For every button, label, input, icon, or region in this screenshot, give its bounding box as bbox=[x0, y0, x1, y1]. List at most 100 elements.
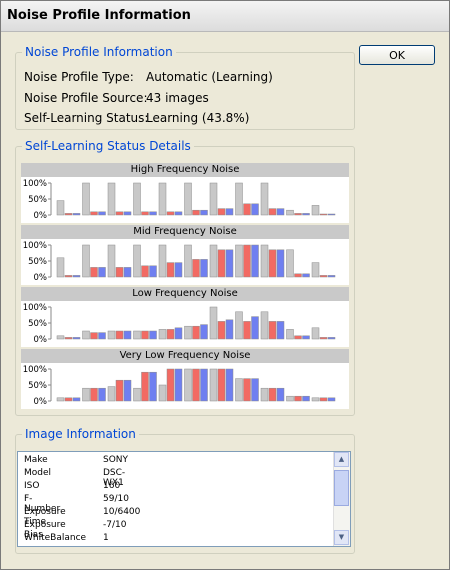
list-item-key: Make bbox=[24, 455, 48, 465]
bar-blue bbox=[98, 387, 106, 402]
bar-blue bbox=[123, 330, 132, 340]
bar-blue bbox=[302, 335, 310, 340]
bar-red bbox=[243, 244, 251, 278]
bar-blue bbox=[98, 267, 106, 278]
bar-blue bbox=[327, 275, 336, 278]
bar-red bbox=[166, 262, 175, 278]
y-tick-label: 100% bbox=[23, 241, 47, 251]
bar-blue bbox=[72, 213, 81, 216]
bar-blue bbox=[225, 208, 234, 216]
bar-red bbox=[217, 249, 226, 278]
profile-source-value: 43 images bbox=[146, 91, 209, 105]
image-info-listbox[interactable]: Make SONY Model DSC-WX1 ISO 160 F-Number… bbox=[17, 451, 351, 547]
noise-profile-dialog: Noise Profile Information OK Noise Profi… bbox=[0, 0, 450, 570]
bar-gray bbox=[107, 182, 116, 216]
chart-low-frequency: 100% 50% 0% bbox=[21, 301, 349, 347]
y-tick-label: 50% bbox=[28, 319, 47, 329]
bar-red bbox=[294, 273, 302, 278]
bar-gray bbox=[82, 244, 90, 278]
learning-status-row: Self-Learning Status: Learning (43.8%) bbox=[24, 111, 249, 125]
bar-red bbox=[268, 387, 277, 402]
bar-red bbox=[64, 397, 73, 402]
image-info-group-title: Image Information bbox=[22, 427, 139, 441]
bar-gray bbox=[286, 329, 294, 340]
scroll-thumb[interactable] bbox=[334, 470, 349, 506]
bar-gray bbox=[311, 205, 320, 216]
bar-gray bbox=[158, 329, 167, 340]
profile-source-row: Noise Profile Source: 43 images bbox=[24, 91, 209, 105]
bar-gray bbox=[184, 244, 192, 278]
bar-red bbox=[319, 337, 328, 340]
bar-red bbox=[192, 209, 200, 216]
bar-gray bbox=[311, 327, 320, 340]
bar-red bbox=[192, 368, 200, 402]
bar-blue bbox=[149, 371, 157, 402]
y-tick-label: 0% bbox=[34, 335, 48, 345]
bar-gray bbox=[133, 387, 141, 402]
bar-gray bbox=[56, 397, 65, 402]
bar-blue bbox=[72, 275, 81, 278]
profile-type-row: Noise Profile Type: Automatic (Learning) bbox=[24, 70, 273, 84]
vertical-scrollbar[interactable]: ▲ ▼ bbox=[333, 452, 350, 546]
ok-button[interactable]: OK bbox=[359, 45, 435, 65]
bar-red bbox=[141, 211, 149, 216]
bar-red bbox=[294, 213, 302, 216]
chart-title-very-low-frequency: Very Low Frequency Noise bbox=[21, 349, 349, 363]
bar-gray bbox=[209, 306, 218, 340]
bar-blue bbox=[251, 316, 259, 340]
list-item-key: ISO bbox=[24, 481, 40, 491]
profile-source-label: Noise Profile Source: bbox=[24, 91, 148, 105]
bar-blue bbox=[302, 395, 310, 402]
y-tick-label: 100% bbox=[23, 303, 47, 313]
bar-gray bbox=[235, 182, 243, 216]
bar-gray bbox=[260, 387, 269, 402]
chart-high-frequency: 100% 50% 0% bbox=[21, 177, 349, 223]
bar-blue bbox=[327, 213, 336, 216]
bar-gray bbox=[260, 182, 269, 216]
bar-blue bbox=[276, 208, 285, 216]
bar-blue bbox=[98, 211, 106, 216]
bar-blue bbox=[149, 265, 157, 278]
arrow-down-icon: ▼ bbox=[338, 533, 345, 541]
bar-red bbox=[166, 329, 175, 340]
bar-blue bbox=[327, 337, 336, 340]
bar-red bbox=[294, 395, 302, 402]
scroll-up-button[interactable]: ▲ bbox=[334, 452, 349, 467]
bar-red bbox=[115, 330, 124, 340]
title-bar[interactable]: Noise Profile Information bbox=[1, 1, 449, 32]
bar-red bbox=[166, 368, 175, 402]
bar-blue bbox=[98, 332, 106, 340]
list-item-value: 160 bbox=[103, 481, 121, 491]
list-item-value: -7/10 bbox=[103, 520, 127, 530]
bar-red bbox=[192, 325, 200, 340]
bar-blue bbox=[276, 321, 285, 340]
bar-gray bbox=[107, 244, 116, 278]
bar-red bbox=[90, 387, 98, 402]
list-item-value: SONY bbox=[103, 455, 129, 465]
bar-blue bbox=[149, 211, 157, 216]
bar-gray bbox=[56, 257, 65, 278]
learning-status-value: Learning (43.8%) bbox=[146, 111, 250, 125]
status-details-group-title: Self-Learning Status Details bbox=[22, 139, 194, 153]
chart-title-high-frequency: High Frequency Noise bbox=[21, 163, 349, 177]
bar-gray bbox=[209, 244, 218, 278]
bar-gray bbox=[286, 395, 294, 402]
y-tick-label: 100% bbox=[23, 179, 47, 189]
bar-gray bbox=[311, 397, 320, 402]
bar-blue bbox=[200, 209, 208, 216]
profile-type-value: Automatic (Learning) bbox=[146, 70, 273, 84]
bar-blue bbox=[200, 259, 208, 278]
bar-gray bbox=[82, 387, 90, 402]
profile-info-group: Noise Profile Information Noise Profile … bbox=[15, 45, 355, 130]
bar-red bbox=[243, 321, 251, 340]
learning-status-label: Self-Learning Status: bbox=[24, 111, 149, 125]
bar-gray bbox=[133, 182, 141, 216]
y-tick-label: 100% bbox=[23, 365, 47, 375]
bar-blue bbox=[225, 368, 234, 402]
chart-title-mid-frequency: Mid Frequency Noise bbox=[21, 225, 349, 239]
scroll-down-button[interactable]: ▼ bbox=[334, 530, 349, 545]
bar-red bbox=[217, 321, 226, 340]
bar-gray bbox=[158, 244, 167, 278]
bar-blue bbox=[123, 211, 132, 216]
bar-gray bbox=[158, 182, 167, 216]
